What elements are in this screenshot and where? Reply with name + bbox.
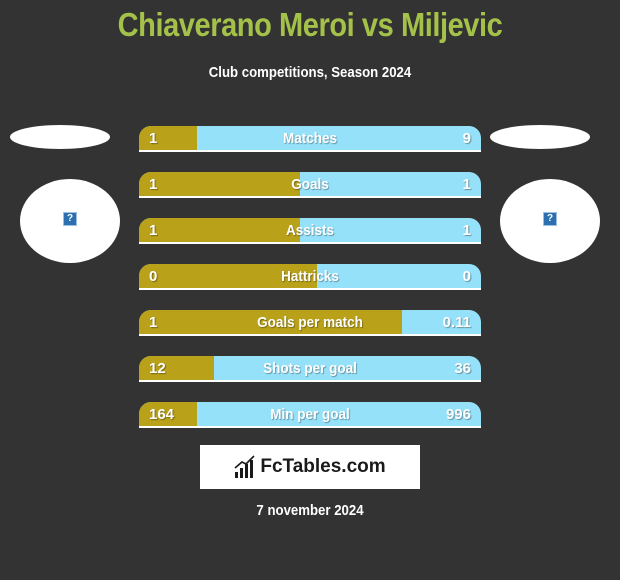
date-label: 7 november 2024 [256,502,364,519]
right-value: 36 [454,360,471,377]
left-value: 164 [149,406,175,423]
right-value: 1 [462,176,471,193]
left-value: 1 [149,130,158,147]
broken-image-icon: ? [63,212,77,226]
left-value: 1 [149,222,158,239]
stat-label: Goals [291,176,329,193]
stat-label: Hattricks [281,268,339,285]
right-player-name-placeholder [490,125,590,149]
stat-row: Matches 1 9 [139,126,481,152]
left-team-logo[interactable]: ? [20,179,120,263]
stat-label: Goals per match [257,314,363,331]
stat-label: Shots per goal [263,360,357,377]
right-value: 0 [462,268,471,285]
page-title: Chiaverano Meroi vs Miljevic [117,6,503,43]
right-value: 0.11 [442,314,471,331]
stat-label: Min per goal [270,406,350,423]
stat-label: Assists [285,222,335,239]
stat-row: Shots per goal 12 36 [139,356,481,382]
stat-row: Min per goal 164 996 [139,402,481,428]
right-value: 9 [462,130,471,147]
left-value: 12 [149,360,166,377]
stat-row: Assists 1 1 [139,218,481,244]
stat-label: Matches [282,130,338,147]
fctables-logo[interactable]: FcTables.com [200,445,420,489]
right-value: 996 [445,406,471,423]
right-value: 1 [462,222,471,239]
stat-row: Goals per match 1 0.11 [139,310,481,336]
bar-chart-icon [234,455,255,478]
stat-row: Hattricks 0 0 [139,264,481,290]
competition-subtitle: Club competitions, Season 2024 [208,64,412,81]
left-value: 0 [149,268,158,285]
right-team-logo[interactable]: ? [500,179,600,263]
stat-row: Goals 1 1 [139,172,481,198]
broken-image-icon: ? [543,212,557,226]
brand-name: FcTables.com [260,456,386,477]
left-value: 1 [149,176,158,193]
left-value: 1 [149,314,158,331]
left-player-name-placeholder [10,125,110,149]
